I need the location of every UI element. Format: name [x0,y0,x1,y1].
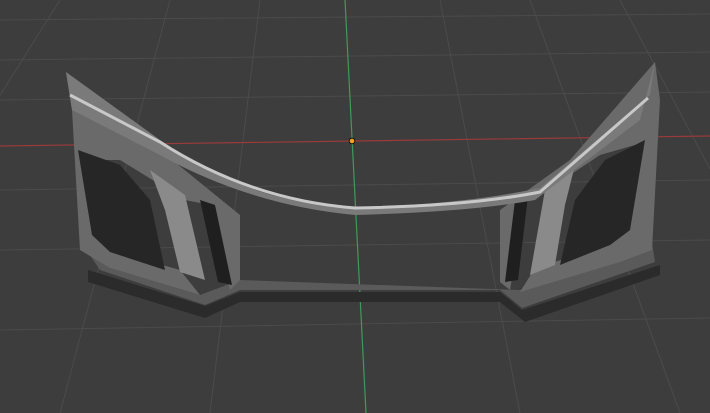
origin-point[interactable] [348,137,356,145]
viewport-canvas[interactable] [0,0,710,413]
bumper-mesh[interactable] [66,62,660,322]
3d-viewport[interactable] [0,0,710,413]
